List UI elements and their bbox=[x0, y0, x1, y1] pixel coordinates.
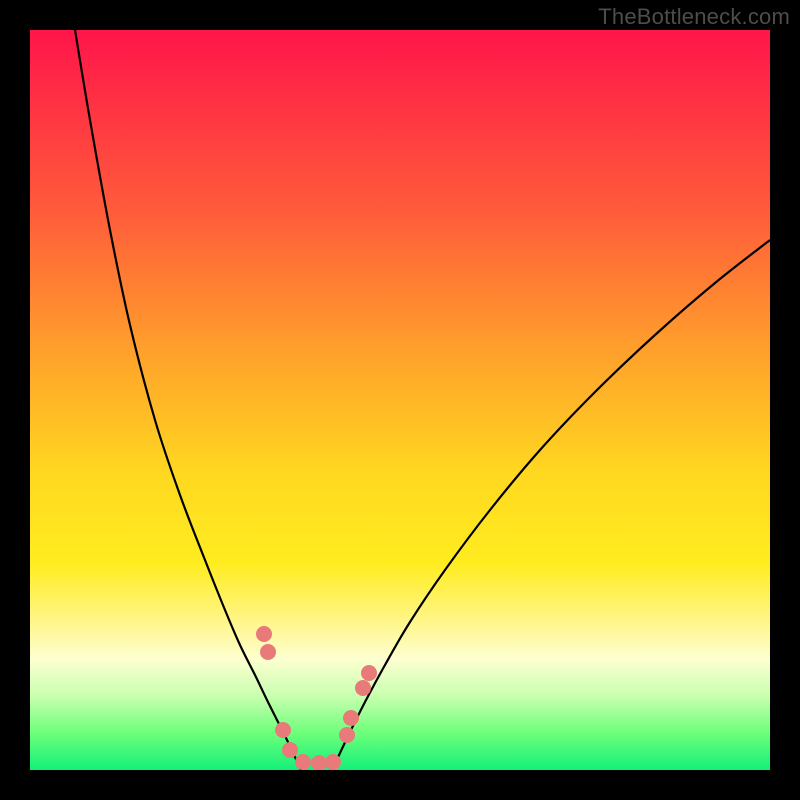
chart-plot-area bbox=[30, 30, 770, 770]
data-marker bbox=[361, 665, 377, 681]
data-marker bbox=[355, 680, 371, 696]
data-marker bbox=[256, 626, 272, 642]
data-marker bbox=[339, 727, 355, 743]
data-marker bbox=[275, 722, 291, 738]
chart-overlay bbox=[30, 30, 770, 770]
watermark-text: TheBottleneck.com bbox=[598, 4, 790, 30]
data-marker bbox=[260, 644, 276, 660]
data-marker bbox=[343, 710, 359, 726]
data-marker bbox=[311, 755, 327, 770]
curve-right bbox=[332, 240, 770, 770]
data-marker bbox=[295, 754, 311, 770]
data-marker bbox=[282, 742, 298, 758]
data-marker bbox=[325, 754, 341, 770]
data-markers bbox=[256, 626, 377, 770]
chart-frame: TheBottleneck.com bbox=[0, 0, 800, 800]
